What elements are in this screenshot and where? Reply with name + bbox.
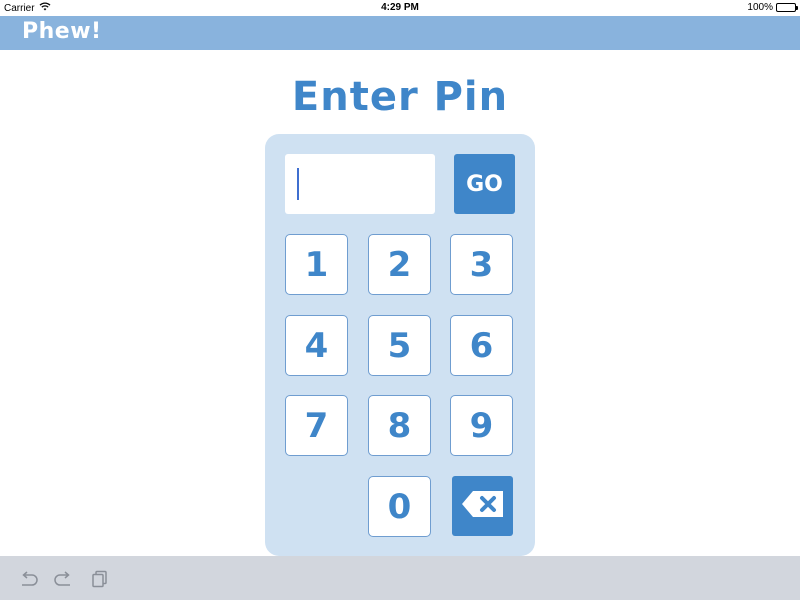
battery-info: 100%	[747, 2, 798, 13]
key-5[interactable]: 5	[368, 315, 431, 376]
app-header: Phew!	[0, 16, 800, 50]
pin-input[interactable]	[285, 154, 435, 214]
key-7[interactable]: 7	[285, 395, 348, 456]
redo-icon[interactable]	[52, 568, 76, 590]
backspace-button[interactable]	[452, 476, 513, 536]
clipboard-icon[interactable]	[88, 568, 112, 590]
keypad-panel: GO 1 2 3 4 5 6 7 8 9 0	[265, 134, 535, 556]
key-6[interactable]: 6	[450, 315, 513, 376]
key-4[interactable]: 4	[285, 315, 348, 376]
bottom-toolbar	[0, 556, 800, 600]
key-9[interactable]: 9	[450, 395, 513, 456]
status-bar: Carrier 4:29 PM 100%	[0, 0, 800, 16]
page-title: Enter Pin	[291, 74, 509, 120]
status-time: 4:29 PM	[381, 2, 419, 13]
app-title: Phew!	[22, 19, 102, 44]
key-3[interactable]: 3	[450, 234, 513, 295]
battery-icon	[776, 3, 798, 12]
key-0[interactable]: 0	[368, 476, 431, 537]
key-1[interactable]: 1	[285, 234, 348, 295]
key-8[interactable]: 8	[368, 395, 431, 456]
battery-percent: 100%	[747, 2, 773, 13]
undo-icon[interactable]	[16, 568, 40, 590]
go-button[interactable]: GO	[454, 154, 515, 214]
key-2[interactable]: 2	[368, 234, 431, 295]
text-caret	[297, 168, 299, 200]
backspace-x-icon	[461, 490, 505, 522]
